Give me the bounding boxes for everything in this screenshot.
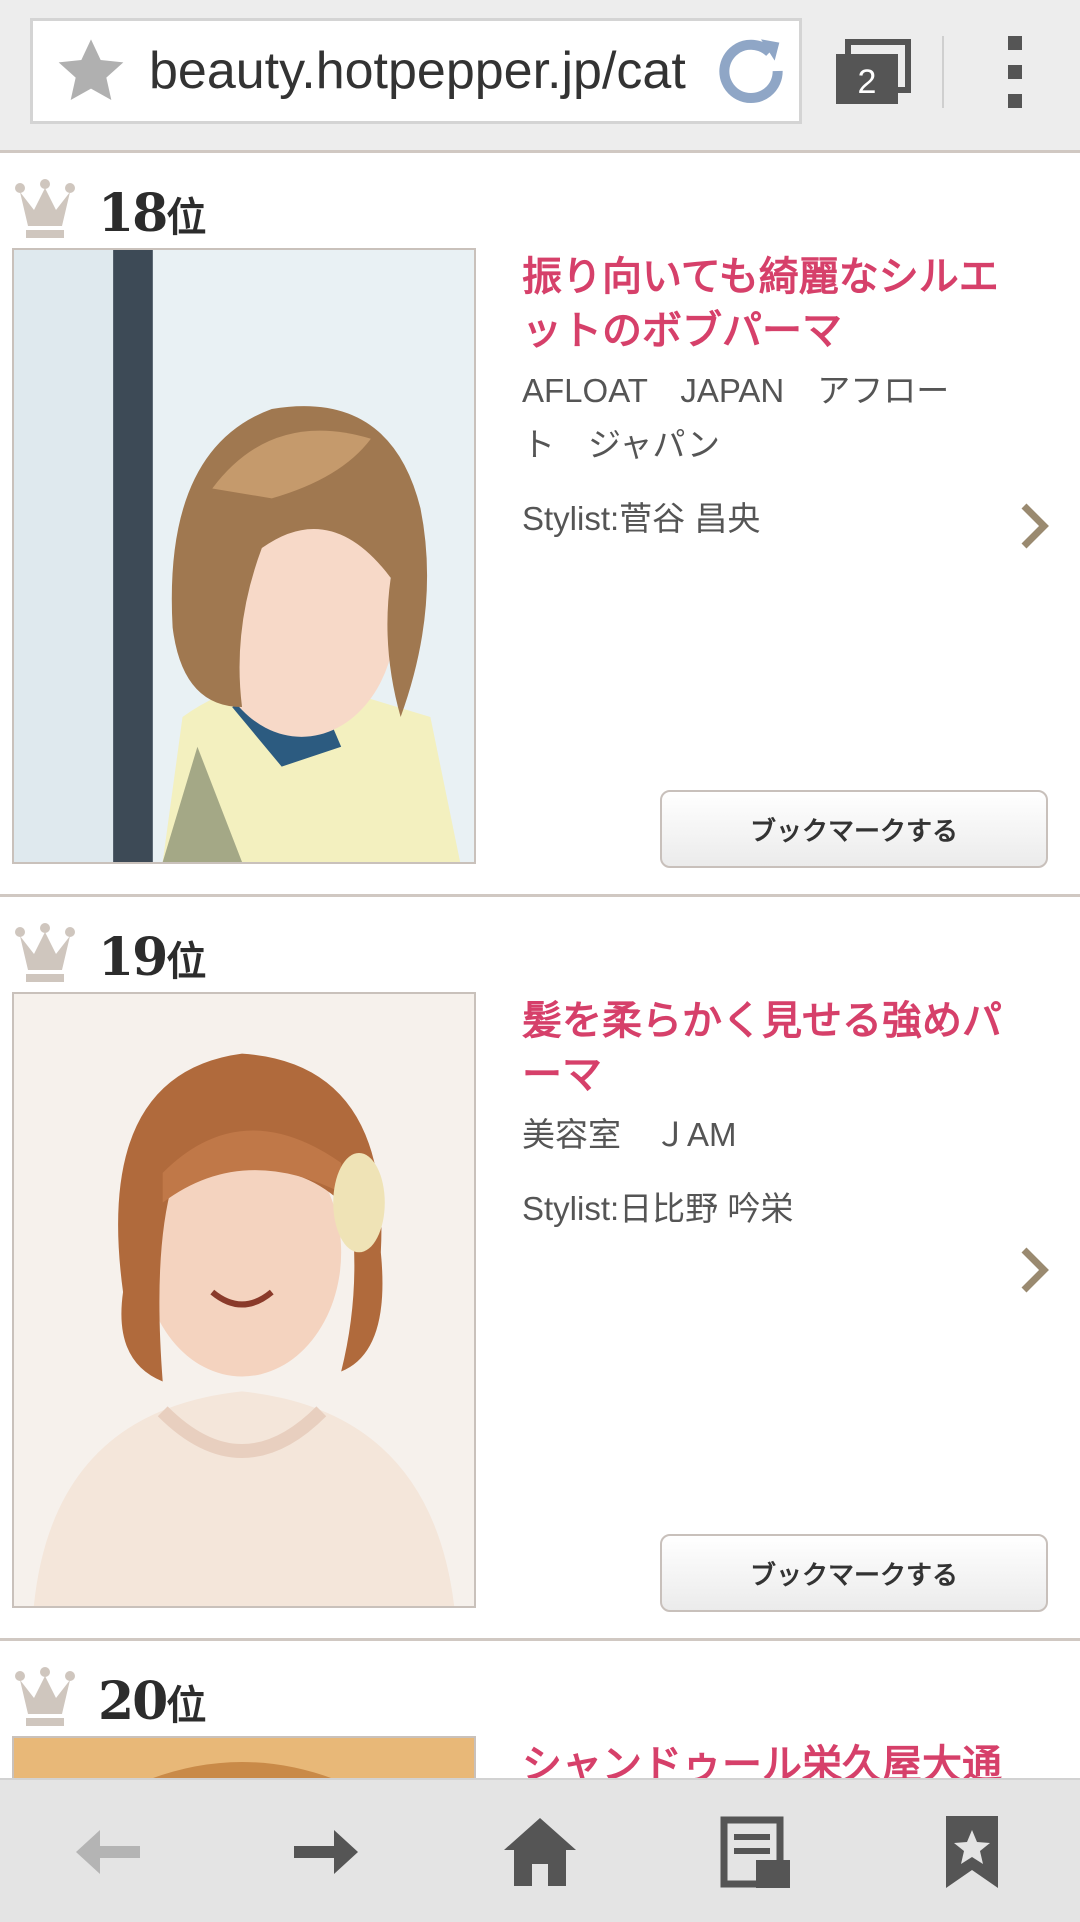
hairstyle-title[interactable]: 振り向いても綺麗なシルエ ットのボブパーマ: [522, 250, 1022, 358]
salon-line: AFLOAT JAPAN アフロー: [522, 372, 950, 409]
hairstyle-photo[interactable]: [12, 992, 476, 1608]
home-icon[interactable]: [500, 1812, 580, 1892]
browser-toolbar: beauty.hotpepper.jp/cat 2: [0, 0, 1080, 152]
stylist-name: Stylist:日比野 吟栄: [522, 1190, 794, 1227]
hairstyle-title[interactable]: 髪を柔らかく見せる強めパ ーマ: [522, 994, 1022, 1102]
overflow-menu-button[interactable]: [990, 32, 1040, 112]
bookmark-button[interactable]: ブックマークする: [660, 1534, 1048, 1612]
crown-icon: [15, 923, 75, 982]
crown-icon: [15, 1667, 75, 1726]
rank-header: 20位: [14, 1658, 206, 1728]
title-line: 髪を柔らかく見せる強めパ: [522, 998, 1002, 1044]
rank-number: 20位: [98, 1671, 207, 1732]
salon-name: 美容室 ＪAM: [522, 1108, 1002, 1162]
overflow-menu-icon: [1008, 36, 1022, 108]
hairstyle-photo[interactable]: [12, 248, 476, 864]
url-text[interactable]: beauty.hotpepper.jp/cat: [149, 41, 711, 101]
reload-icon[interactable]: [711, 31, 791, 111]
tabs-button[interactable]: 2: [834, 38, 912, 110]
rank-number: 19位: [98, 927, 207, 988]
title-line: 振り向いても綺麗なシルエ: [522, 254, 999, 300]
divider: [0, 150, 1080, 153]
bob-perm-photo: [14, 250, 474, 862]
tab-count: 2: [858, 63, 877, 101]
tabs-icon: 2: [836, 39, 911, 104]
bookmark-button[interactable]: ブックマークする: [660, 790, 1048, 868]
toolbar-divider: [942, 36, 944, 108]
divider: [0, 894, 1080, 897]
crown-icon: [15, 179, 75, 238]
address-bar[interactable]: beauty.hotpepper.jp/cat: [30, 18, 802, 124]
divider: [0, 1638, 1080, 1641]
rank-header: 19位: [14, 914, 206, 984]
rank-number: 18位: [98, 183, 207, 244]
rank-header: 18位: [14, 170, 206, 240]
chevron-right-icon[interactable]: [1016, 500, 1052, 552]
salon-line: 美容室 ＪAM: [522, 1116, 737, 1153]
salon-line: ト ジャパン: [522, 426, 720, 463]
browser-bottom-toolbar: [0, 1778, 1080, 1922]
title-line: ーマ: [522, 1052, 602, 1098]
strong-perm-photo: [14, 994, 474, 1606]
reading-list-icon[interactable]: [716, 1812, 796, 1892]
stylist-name: Stylist:菅谷 昌央: [522, 500, 761, 537]
forward-arrow-icon[interactable]: [284, 1812, 364, 1892]
salon-name: AFLOAT JAPAN アフロー ト ジャパン: [522, 364, 1002, 472]
title-line: ットのボブパーマ: [522, 308, 842, 354]
back-arrow-icon[interactable]: [70, 1812, 150, 1892]
chevron-right-icon[interactable]: [1016, 1244, 1052, 1296]
bookmarks-icon[interactable]: [932, 1812, 1012, 1892]
star-icon[interactable]: [51, 31, 131, 111]
